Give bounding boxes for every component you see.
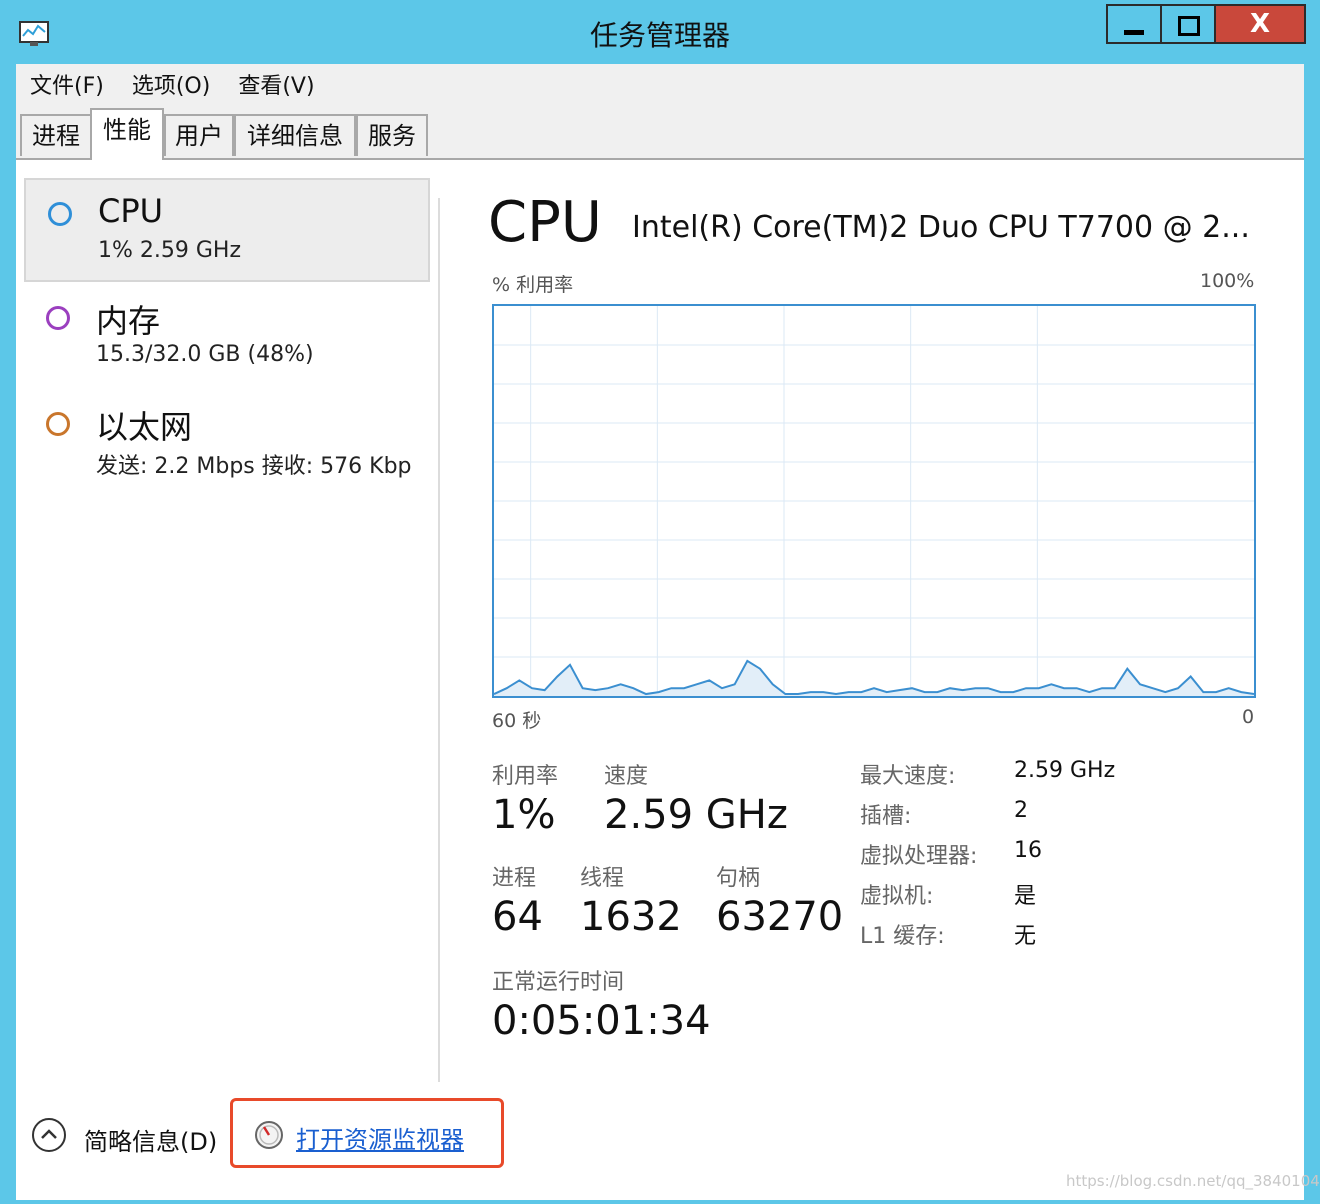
cpu-model-name: Intel(R) Core(TM)2 Duo CPU T7700 @ 2...: [632, 210, 1250, 245]
cpu-indicator-icon: [48, 202, 72, 226]
menu-options[interactable]: 选项(O): [118, 68, 224, 100]
spec-sockets-value: 2: [1014, 798, 1028, 823]
ethernet-indicator-icon: [46, 412, 70, 436]
spec-max-speed-label: 最大速度:: [860, 764, 956, 789]
menu-file[interactable]: 文件(F): [16, 68, 118, 100]
spec-virtual-processors-label: 虚拟处理器:: [860, 844, 978, 869]
resource-item-cpu[interactable]: CPU 1% 2.59 GHz: [24, 178, 430, 282]
cpu-utilization-graph: [492, 304, 1256, 698]
resource-name: CPU: [98, 192, 164, 230]
speed-value: 2.59 GHz: [604, 792, 788, 838]
uptime-label: 正常运行时间: [492, 970, 625, 995]
resource-item-ethernet[interactable]: 以太网 发送: 2.2 Mbps 接收: 576 Kbp: [24, 390, 430, 494]
minimize-icon: [1124, 30, 1144, 35]
processes-value: 64: [492, 894, 543, 940]
resource-list: CPU 1% 2.59 GHz 内存 15.3/32.0 GB (48%) 以太…: [16, 160, 438, 1090]
resource-monitor-icon[interactable]: [254, 1120, 284, 1150]
menu-bar: 文件(F) 选项(O) 查看(V): [16, 64, 1304, 104]
resource-item-memory[interactable]: 内存 15.3/32.0 GB (48%): [24, 284, 430, 388]
maximize-button[interactable]: [1160, 4, 1214, 44]
task-manager-window: 任务管理器 X 文件(F) 选项(O) 查看(V) 进程 性能 用户 详细信息 …: [0, 0, 1320, 1204]
uptime-value: 0:05:01:34: [492, 998, 711, 1044]
fewer-details-label[interactable]: 简略信息(D): [84, 1122, 217, 1157]
spec-l1-cache-label: L1 缓存:: [860, 924, 945, 949]
resource-name: 以太网: [96, 408, 193, 446]
tab-services[interactable]: 服务: [356, 114, 428, 156]
pane-divider[interactable]: [438, 198, 440, 1082]
utilization-value: 1%: [492, 792, 556, 838]
y-axis-label: % 利用率: [492, 274, 574, 296]
spec-virtual-machine-label: 虚拟机:: [860, 884, 934, 909]
resource-name: 内存: [96, 302, 161, 340]
threads-label: 线程: [580, 866, 625, 891]
memory-indicator-icon: [46, 306, 70, 330]
speed-label: 速度: [604, 764, 649, 789]
spec-l1-cache-value: 无: [1014, 924, 1037, 949]
resource-detail: 15.3/32.0 GB (48%): [96, 342, 314, 367]
fewer-details-toggle[interactable]: [32, 1118, 66, 1152]
resource-detail: 发送: 2.2 Mbps 接收: 576 Kbp: [96, 454, 412, 479]
close-button[interactable]: X: [1214, 4, 1306, 44]
resource-detail: 1% 2.59 GHz: [98, 238, 242, 263]
utilization-label: 利用率: [492, 764, 559, 789]
window-controls: X: [1106, 4, 1306, 46]
minimize-button[interactable]: [1106, 4, 1160, 44]
tab-users[interactable]: 用户: [164, 114, 234, 156]
threads-value: 1632: [580, 894, 682, 940]
watermark: https://blog.csdn.net/qq_38401040: [1066, 1172, 1320, 1190]
spec-virtual-processors-value: 16: [1014, 838, 1042, 863]
spec-max-speed-value: 2.59 GHz: [1014, 758, 1116, 783]
handles-value: 63270: [716, 894, 844, 940]
menu-view[interactable]: 查看(V): [224, 68, 328, 100]
chevron-up-icon: [41, 1129, 57, 1139]
close-icon: X: [1249, 9, 1271, 39]
handles-label: 句柄: [716, 866, 761, 891]
cpu-heading: CPU: [488, 190, 602, 255]
tab-strip: 进程 性能 用户 详细信息 服务: [16, 104, 1304, 160]
x-axis-left-label: 60 秒: [492, 710, 542, 732]
y-axis-max: 100%: [1200, 270, 1255, 292]
tab-details[interactable]: 详细信息: [234, 114, 356, 156]
maximize-icon: [1178, 16, 1200, 36]
spec-virtual-machine-value: 是: [1014, 884, 1037, 909]
spec-sockets-label: 插槽:: [860, 804, 912, 829]
open-resource-monitor-link[interactable]: 打开资源监视器: [296, 1120, 464, 1155]
tab-performance[interactable]: 性能: [90, 108, 164, 160]
tab-processes[interactable]: 进程: [20, 114, 92, 156]
client-area: 文件(F) 选项(O) 查看(V) 进程 性能 用户 详细信息 服务 CPU 1…: [16, 64, 1320, 1200]
processes-label: 进程: [492, 866, 537, 891]
x-axis-right-label: 0: [1242, 706, 1255, 728]
title-bar[interactable]: 任务管理器 X: [0, 0, 1320, 64]
